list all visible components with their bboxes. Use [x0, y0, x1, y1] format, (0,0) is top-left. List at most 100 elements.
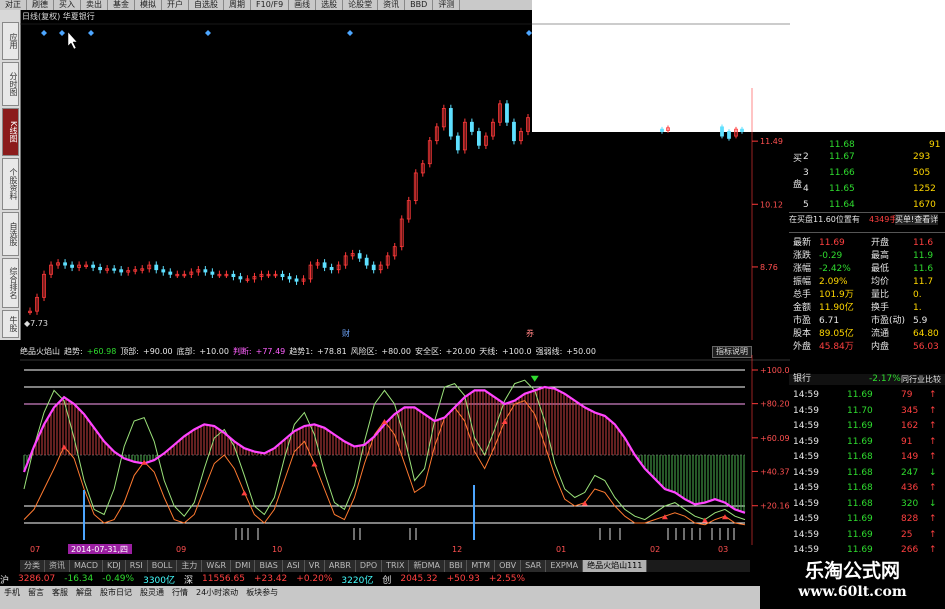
- indicator-scale-label: +100.0: [760, 366, 790, 375]
- indicator-tab[interactable]: ARBR: [324, 560, 356, 572]
- candle: [512, 118, 516, 145]
- buy-signal-arrow-icon: [501, 419, 508, 424]
- stat-value: 45.84万: [819, 342, 854, 352]
- stat-label: 涨跌: [793, 251, 812, 261]
- sector-compare-button[interactable]: 同行业比较: [901, 374, 941, 385]
- event-marker: [59, 30, 65, 36]
- stat-label-2: 均价: [871, 277, 890, 287]
- indicator-tab[interactable]: 新DMA: [409, 560, 446, 572]
- candle: [308, 261, 313, 283]
- indicator-tab[interactable]: KDJ: [102, 560, 126, 572]
- indicator-scale-label: +40.37: [760, 467, 790, 476]
- buy-level-row: 4 11.65 1252: [789, 184, 945, 195]
- indicator-tab[interactable]: 主力: [177, 560, 203, 572]
- bottom-function-item[interactable]: 股市日记: [96, 586, 136, 599]
- indicator-help-button[interactable]: 指标说明: [712, 346, 752, 358]
- month-axis-label: 07: [30, 545, 40, 554]
- bottom-function-item[interactable]: 留言: [24, 586, 48, 599]
- indicator-tab[interactable]: RSI: [125, 560, 148, 572]
- indicator-tab[interactable]: VR: [304, 560, 325, 572]
- indicator-tab[interactable]: BOLL: [147, 560, 178, 572]
- indicator-tab[interactable]: DMI: [231, 560, 256, 572]
- indicator-tab[interactable]: TRIX: [382, 560, 410, 572]
- candle: [105, 265, 110, 274]
- level-volume: 91: [929, 140, 941, 150]
- tick-time: 14:59: [793, 390, 819, 400]
- stat-value-2: 11.6: [913, 264, 934, 274]
- candle: [406, 196, 411, 223]
- queue-detail-button[interactable]: 买单!查看详: [895, 214, 939, 225]
- indicator-tab[interactable]: BIAS: [255, 560, 283, 572]
- candle: [413, 169, 418, 205]
- bottom-function-item[interactable]: 行情: [168, 586, 192, 599]
- tick-price: 11.69: [847, 390, 873, 400]
- stat-label: 金额: [793, 303, 812, 313]
- bottom-function-item[interactable]: 板块参与: [242, 586, 282, 599]
- indicator-param: +90.00: [143, 347, 173, 356]
- candle: [273, 270, 278, 278]
- bottom-function-item[interactable]: 客服: [48, 586, 72, 599]
- indicator-tab[interactable]: 绝品火焰山111: [583, 560, 648, 572]
- tick-time: 14:59: [793, 436, 819, 447]
- stat-label-2: 开盘: [871, 238, 890, 248]
- bottom-function-item[interactable]: 手机: [0, 586, 24, 599]
- tick-price: 11.69: [847, 421, 873, 431]
- indicator-tab[interactable]: BBI: [445, 560, 468, 572]
- level-volume: 293: [913, 152, 931, 162]
- candle: [660, 126, 664, 134]
- stat-row: 涨跌 -0.29 最高 11.9: [789, 251, 945, 262]
- tick-time: 14:59: [793, 498, 819, 509]
- indicator-tab[interactable]: 资讯: [45, 560, 70, 572]
- stat-label-2: 市盈(动): [871, 316, 906, 326]
- event-marker: [205, 30, 211, 36]
- indicator-tab[interactable]: ASI: [282, 560, 305, 572]
- buy-signal-arrow-icon: [701, 517, 708, 523]
- bottom-function-item[interactable]: 解盘: [72, 586, 96, 599]
- up-arrow-icon: ↑: [929, 452, 937, 462]
- tick-time: 14:59: [793, 421, 819, 431]
- month-axis-label: 10: [272, 545, 282, 554]
- candle: [505, 100, 509, 126]
- price-scale-label: 11.49: [760, 137, 783, 146]
- cy-change: +50.93: [446, 574, 480, 584]
- tick-volume: 320: [901, 498, 919, 509]
- stat-value-2: 56.03: [913, 342, 939, 352]
- tick-row: 14:59 11.69 162 ↑: [789, 421, 945, 432]
- bottom-function-item[interactable]: 股灵通: [136, 586, 168, 599]
- month-axis-label: 09: [176, 545, 186, 554]
- stat-label: 外盘: [793, 342, 812, 352]
- bottom-function-item[interactable]: 24小时滚动: [192, 586, 242, 599]
- buy-signal-arrow-icon: [721, 514, 728, 520]
- indicator-tab[interactable]: SAR: [521, 560, 547, 572]
- cy-change-pct: +2.55%: [488, 574, 526, 584]
- candle: [49, 261, 53, 278]
- candle: [147, 261, 152, 273]
- tick-time: 14:59: [793, 467, 819, 478]
- market-status-bar: 沪 3286.07 -16.34 -0.49% 3300亿 深 11556.65…: [0, 573, 760, 586]
- indicator-parameter-bar: 绝品火焰山 趋势: +60.98 顶部: +90.00 底部: +10.00 判断: +77.4…: [20, 346, 748, 357]
- indicator-param: 天线:: [479, 347, 498, 356]
- sz-volume: 3220亿: [341, 575, 374, 586]
- indicator-tab[interactable]: 分类: [20, 560, 45, 572]
- indicator-tab[interactable]: OBV: [495, 560, 522, 572]
- indicator-tab[interactable]: W&R: [202, 560, 232, 572]
- tick-volume: 436: [901, 483, 919, 493]
- candlestick-chart[interactable]: 11.49 10.12 8.76 ◆7.73 财 券: [0, 0, 790, 345]
- tick-time: 14:59: [793, 545, 819, 555]
- candle: [727, 129, 731, 141]
- indicator-tab[interactable]: MACD: [70, 560, 103, 572]
- indicator-param: 顶部:: [120, 347, 140, 356]
- stat-value-2: 64.80: [913, 329, 939, 339]
- stat-label-2: 换手: [871, 303, 890, 313]
- indicator-tab[interactable]: MTM: [467, 560, 496, 572]
- indicator-param: +20.00: [445, 347, 476, 356]
- candle: [740, 126, 744, 134]
- candle: [238, 272, 243, 283]
- watermark-title: 乐淘公式网: [804, 560, 900, 582]
- level-price: 11.65: [829, 184, 855, 194]
- indicator-tab[interactable]: DPO: [355, 560, 383, 572]
- indicator-tab[interactable]: EXPMA: [546, 560, 584, 572]
- buy-signal-arrow-icon: [61, 444, 68, 450]
- candle: [491, 118, 495, 140]
- candle: [441, 104, 446, 131]
